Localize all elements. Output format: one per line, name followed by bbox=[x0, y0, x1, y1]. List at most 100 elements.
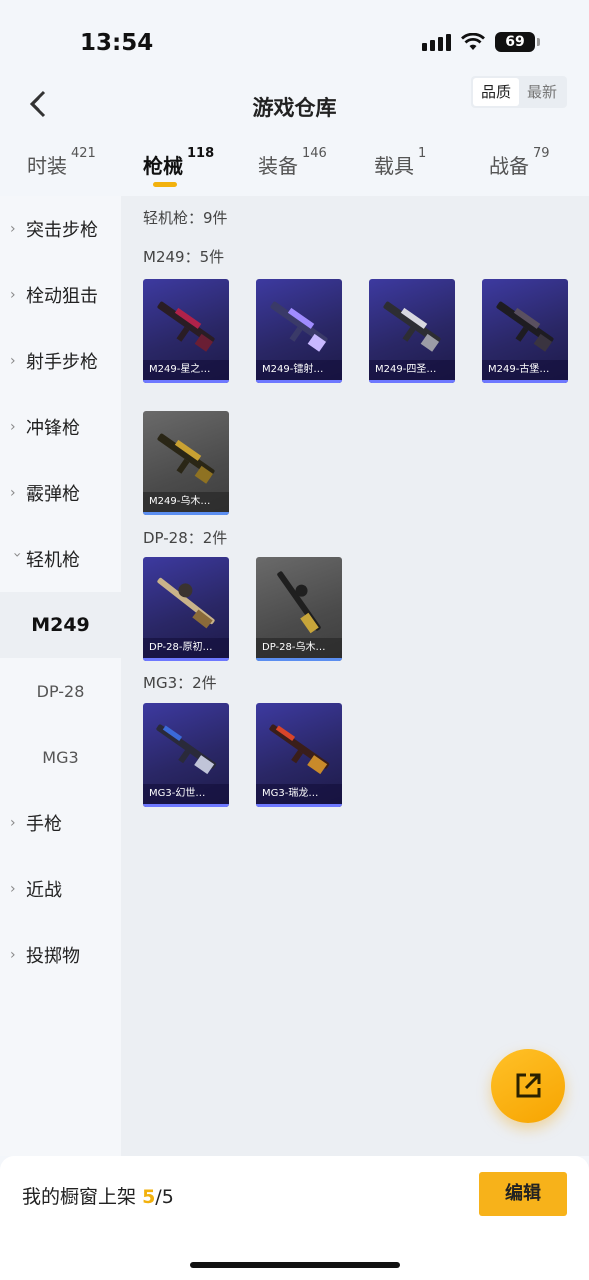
tab-firearms[interactable]: 枪械 118 bbox=[143, 146, 214, 179]
weapon-name: M249-镭射… bbox=[256, 360, 342, 380]
sidebar-subitem-m249[interactable]: M249 bbox=[0, 592, 121, 658]
chevron-right-icon: › bbox=[10, 815, 16, 831]
sidebar-item-assault-rifle[interactable]: › 突击步枪 bbox=[0, 196, 121, 262]
weapon-card[interactable]: M249-古堡… bbox=[482, 279, 568, 383]
tab-label: 时装 bbox=[27, 154, 67, 178]
weapon-card[interactable]: MG3-瑞龙… bbox=[256, 703, 342, 807]
sidebar-item-bolt-sniper[interactable]: › 栓动狙击 bbox=[0, 262, 121, 328]
sidebar-subitem-dp28[interactable]: DP-28 bbox=[0, 658, 121, 724]
chevron-right-icon: › bbox=[10, 353, 16, 369]
weapon-list: 轻机枪：9件 M249：5件 M249-星之… M249-镭射… M249-四圣… bbox=[121, 196, 589, 1156]
home-indicator bbox=[190, 1262, 400, 1268]
rarity-stripe bbox=[256, 804, 342, 807]
sidebar-item-throwables[interactable]: › 投掷物 bbox=[0, 922, 121, 988]
tab-supplies[interactable]: 战备 79 bbox=[489, 146, 550, 179]
chevron-right-icon: › bbox=[10, 947, 16, 963]
sidebar-subitem-mg3[interactable]: MG3 bbox=[0, 724, 121, 790]
header: 游戏仓库 品质 最新 bbox=[0, 72, 589, 138]
sidebar-item-lmg[interactable]: › 轻机枪 bbox=[0, 526, 121, 592]
chevron-right-icon: › bbox=[10, 287, 16, 303]
tab-label: 载具 bbox=[374, 154, 414, 178]
weapon-name: MG3-瑞龙… bbox=[256, 784, 342, 804]
chevron-right-icon: › bbox=[10, 485, 16, 501]
section-title-mg3: MG3：2件 bbox=[143, 674, 217, 692]
sidebar-item-label: 轻机枪 bbox=[26, 550, 80, 571]
rifle-icon bbox=[496, 301, 554, 352]
weapon-card[interactable]: M249-星之… bbox=[143, 279, 229, 383]
tab-count: 146 bbox=[302, 146, 327, 161]
external-link-icon bbox=[516, 1073, 541, 1098]
sidebar-item-label: 突击步枪 bbox=[26, 220, 98, 241]
sidebar-item-label: 冲锋枪 bbox=[26, 418, 80, 439]
tab-label: 战备 bbox=[489, 154, 529, 178]
sidebar-item-label: 近战 bbox=[26, 880, 62, 901]
sidebar-subitem-label: M249 bbox=[31, 614, 90, 636]
rifle-icon bbox=[383, 301, 441, 352]
chevron-right-icon: › bbox=[10, 221, 16, 237]
category-tabs: 时装 421 枪械 118 装备 146 载具 1 战备 79 bbox=[0, 140, 589, 196]
weapon-name: DP-28-原初… bbox=[143, 638, 229, 658]
sort-quality-option[interactable]: 品质 bbox=[473, 78, 519, 106]
chevron-down-icon: › bbox=[9, 552, 25, 558]
weapon-card[interactable]: M249-乌木… bbox=[143, 411, 229, 515]
rarity-stripe bbox=[143, 804, 229, 807]
showcase-label: 我的橱窗上架 bbox=[22, 1186, 137, 1208]
sidebar-item-label: 射手步枪 bbox=[26, 352, 98, 373]
status-bar: 13:54 69 bbox=[0, 0, 589, 80]
rifle-icon bbox=[277, 571, 321, 634]
weapon-card[interactable]: MG3-幻世… bbox=[143, 703, 229, 807]
weapon-card[interactable]: DP-28-乌木… bbox=[256, 557, 342, 661]
cellular-signal-icon bbox=[422, 33, 451, 51]
tab-count: 118 bbox=[187, 146, 215, 161]
edit-button[interactable]: 编辑 bbox=[479, 1172, 567, 1216]
weapon-name: DP-28-乌木… bbox=[256, 638, 342, 658]
sort-latest-option[interactable]: 最新 bbox=[519, 78, 565, 106]
tab-equipment[interactable]: 装备 146 bbox=[258, 146, 327, 179]
sidebar-item-pistol[interactable]: › 手枪 bbox=[0, 790, 121, 856]
sidebar-item-label: 栓动狙击 bbox=[26, 286, 98, 307]
tab-label: 枪械 bbox=[143, 154, 183, 178]
weapon-card[interactable]: DP-28-原初… bbox=[143, 557, 229, 661]
sidebar-subitem-label: DP-28 bbox=[36, 681, 85, 701]
tab-count: 421 bbox=[71, 146, 96, 161]
rarity-stripe bbox=[143, 658, 229, 661]
tab-label: 装备 bbox=[258, 154, 298, 178]
section-title-m249: M249：5件 bbox=[143, 248, 225, 266]
sidebar-item-marksman-rifle[interactable]: › 射手步枪 bbox=[0, 328, 121, 394]
status-icons: 69 bbox=[422, 32, 540, 52]
weapon-card[interactable]: M249-镭射… bbox=[256, 279, 342, 383]
tab-fashion[interactable]: 时装 421 bbox=[27, 146, 96, 179]
active-tab-indicator bbox=[153, 182, 177, 187]
share-button[interactable] bbox=[491, 1049, 565, 1123]
showcase-current-count: 5 bbox=[142, 1186, 156, 1208]
rarity-stripe bbox=[256, 658, 342, 661]
sidebar-item-melee[interactable]: › 近战 bbox=[0, 856, 121, 922]
sidebar-item-shotgun[interactable]: › 霰弹枪 bbox=[0, 460, 121, 526]
weapon-name: M249-乌木… bbox=[143, 492, 229, 512]
tab-vehicles[interactable]: 载具 1 bbox=[374, 146, 426, 179]
tab-count: 79 bbox=[533, 146, 550, 161]
showcase-total-count: /5 bbox=[155, 1186, 174, 1208]
wifi-icon bbox=[461, 33, 485, 50]
rifle-icon bbox=[269, 724, 330, 775]
sidebar-subitem-label: MG3 bbox=[42, 747, 79, 767]
weapon-name: M249-古堡… bbox=[482, 360, 568, 380]
weapon-name: M249-星之… bbox=[143, 360, 229, 380]
sidebar-item-smg[interactable]: › 冲锋枪 bbox=[0, 394, 121, 460]
rarity-stripe bbox=[369, 380, 455, 383]
sidebar-item-label: 手枪 bbox=[26, 814, 62, 835]
bottom-bar: 我的橱窗上架 5/5 编辑 bbox=[0, 1156, 589, 1280]
sort-toggle: 品质 最新 bbox=[471, 76, 567, 108]
chevron-right-icon: › bbox=[10, 881, 16, 897]
rifle-icon bbox=[270, 301, 328, 352]
rifle-icon bbox=[157, 433, 215, 484]
weapon-card[interactable]: M249-四圣… bbox=[369, 279, 455, 383]
sidebar-item-label: 投掷物 bbox=[26, 946, 80, 967]
rifle-icon bbox=[157, 577, 215, 629]
rarity-stripe bbox=[256, 380, 342, 383]
weapon-name: MG3-幻世… bbox=[143, 784, 229, 804]
group-title: 轻机枪：9件 bbox=[143, 209, 228, 227]
rarity-stripe bbox=[143, 380, 229, 383]
status-time: 13:54 bbox=[80, 30, 154, 56]
rarity-stripe bbox=[482, 380, 568, 383]
